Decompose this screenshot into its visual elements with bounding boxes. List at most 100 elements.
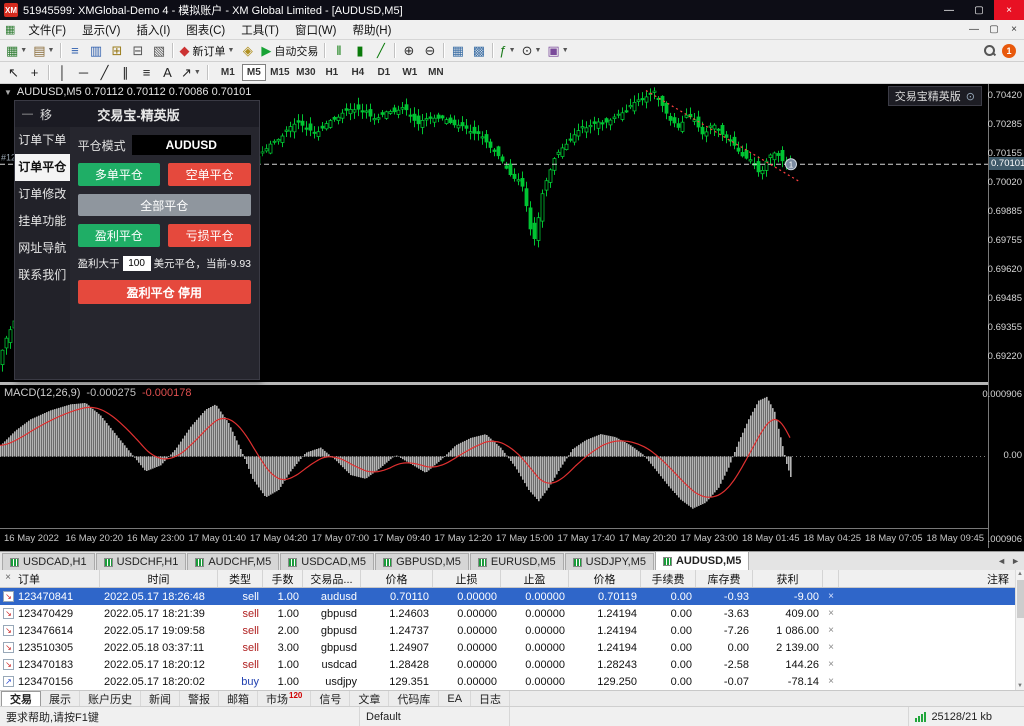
- trendline-button[interactable]: ╱: [94, 63, 115, 82]
- terminal-row[interactable]: ↘1234708412022.05.17 18:26:48sell1.00aud…: [0, 588, 1024, 605]
- column-header[interactable]: 订单: [0, 570, 100, 587]
- chart-bars-button[interactable]: ‖: [328, 41, 349, 60]
- chart-tab[interactable]: AUDUSD,M5: [655, 551, 749, 570]
- terminal-close-icon[interactable]: ×: [2, 572, 14, 583]
- window-close-icon[interactable]: ×: [994, 0, 1024, 20]
- terminal-row[interactable]: ↘1234704292022.05.17 18:21:39sell1.00gbp…: [0, 605, 1024, 622]
- timeframe-button-d1[interactable]: D1: [372, 64, 396, 81]
- column-header[interactable]: [823, 570, 839, 587]
- ea-menu-item[interactable]: 订单修改: [15, 181, 70, 208]
- terminal-tab-信号[interactable]: 信号: [311, 691, 350, 706]
- market-watch-button[interactable]: ≡: [64, 41, 85, 60]
- profit-close-toggle-button[interactable]: 盈利平仓 停用: [78, 280, 251, 304]
- window-minimize-icon[interactable]: —: [934, 0, 964, 20]
- close-position-icon[interactable]: ×: [823, 659, 839, 670]
- timeframe-button-h1[interactable]: H1: [320, 64, 344, 81]
- terminal-scrollbar[interactable]: ▲ ▼: [1015, 570, 1024, 690]
- terminal-tab-文章[interactable]: 文章: [350, 691, 389, 706]
- chart-tab[interactable]: GBPUSD,M5: [375, 553, 469, 570]
- close-short-button[interactable]: 空单平仓: [168, 163, 251, 186]
- time-axis[interactable]: 16 May 202216 May 20:2016 May 23:0017 Ma…: [0, 528, 988, 548]
- ea-panel-titlebar[interactable]: — 移 交易宝-精英版: [15, 101, 259, 127]
- chart-window[interactable]: 1#12 ▼ AUDUSD,M5 0.70112 0.70112 0.70086…: [0, 84, 1024, 551]
- ea-move-handle[interactable]: 移: [40, 106, 52, 123]
- terminal-tab-警报[interactable]: 警报: [180, 691, 219, 706]
- tile-windows-button[interactable]: ▦: [447, 41, 468, 60]
- close-position-icon[interactable]: ×: [823, 608, 839, 619]
- terminal-row[interactable]: ↘1234701832022.05.17 18:20:12sell1.00usd…: [0, 656, 1024, 673]
- menu-item[interactable]: 窗口(W): [287, 20, 345, 39]
- column-header[interactable]: 价格: [361, 570, 433, 587]
- terminal-tab-新闻[interactable]: 新闻: [141, 691, 180, 706]
- profiles-button[interactable]: ▤▼: [30, 41, 57, 60]
- timeframe-button-h4[interactable]: H4: [346, 64, 370, 81]
- close-position-icon[interactable]: ×: [823, 676, 839, 687]
- metaeditor-button[interactable]: ◈: [237, 41, 258, 60]
- terminal-tab-交易[interactable]: 交易: [1, 691, 41, 706]
- menu-item[interactable]: 工具(T): [233, 20, 287, 39]
- timeframe-button-mn[interactable]: MN: [424, 64, 448, 81]
- new-chart-button[interactable]: ▦▼: [3, 41, 30, 60]
- vertical-line-button[interactable]: │: [52, 63, 73, 82]
- fibonacci-button[interactable]: ≡: [136, 63, 157, 82]
- close-position-icon[interactable]: ×: [823, 591, 839, 602]
- terminal-tab-账户历史[interactable]: 账户历史: [80, 691, 141, 706]
- data-window-button[interactable]: ▥: [85, 41, 106, 60]
- column-header[interactable]: 获利: [753, 570, 823, 587]
- ea-menu-item[interactable]: 订单下单: [15, 127, 70, 154]
- chart-minimize-icon[interactable]: —: [964, 24, 984, 35]
- terminal-tab-展示[interactable]: 展示: [41, 691, 80, 706]
- navigator-button[interactable]: ⊞: [106, 41, 127, 60]
- column-header[interactable]: 注释: [839, 570, 1015, 587]
- autotrading-button[interactable]: ▶自动交易: [258, 41, 321, 60]
- chart-tab[interactable]: USDCAD,M5: [280, 553, 374, 570]
- chart-tab[interactable]: EURUSD,M5: [470, 553, 564, 570]
- column-header[interactable]: 止损: [433, 570, 501, 587]
- chart-context-arrow-icon[interactable]: ▼: [4, 88, 12, 97]
- channel-button[interactable]: ∥: [115, 63, 136, 82]
- strategy-tester-button[interactable]: ▧: [148, 41, 169, 60]
- indicators-button[interactable]: ƒ▼: [496, 41, 518, 60]
- terminal-tab-EA[interactable]: EA: [439, 691, 471, 706]
- ea-menu-item[interactable]: 挂单功能: [15, 208, 70, 235]
- zoom-out-button[interactable]: ⊖: [419, 41, 440, 60]
- chart-tab[interactable]: USDJPY,M5: [565, 553, 654, 570]
- scroll-down-icon[interactable]: ▼: [1017, 683, 1023, 689]
- terminal-tab-邮箱[interactable]: 邮箱: [219, 691, 258, 706]
- column-header[interactable]: 库存费: [696, 570, 753, 587]
- terminal-button[interactable]: ⊟: [127, 41, 148, 60]
- ea-overlay-badge[interactable]: 交易宝精英版 ⊙: [888, 86, 982, 106]
- ea-menu-item[interactable]: 网址导航: [15, 235, 70, 262]
- chart-tab[interactable]: USDCAD,H1: [2, 553, 95, 570]
- templates-button[interactable]: ▣▼: [544, 41, 571, 60]
- close-position-icon[interactable]: ×: [823, 642, 839, 653]
- chart-candles-button[interactable]: ▮: [349, 41, 370, 60]
- timeframe-button-m1[interactable]: M1: [216, 64, 240, 81]
- tabs-scroll-left-icon[interactable]: ◄: [997, 556, 1006, 566]
- terminal-tab-日志[interactable]: 日志: [471, 691, 510, 706]
- column-header[interactable]: 价格: [569, 570, 641, 587]
- arrows-button[interactable]: ↗▼: [178, 63, 204, 82]
- close-profit-button[interactable]: 盈利平仓: [78, 224, 161, 247]
- ea-menu-item[interactable]: 联系我们: [15, 262, 70, 289]
- terminal-tab-市场[interactable]: 市场120: [258, 691, 311, 706]
- column-header[interactable]: 手续费: [641, 570, 696, 587]
- terminal-tab-代码库[interactable]: 代码库: [389, 691, 439, 706]
- column-header[interactable]: 止盈: [501, 570, 569, 587]
- timeframe-button-m30[interactable]: M30: [294, 64, 318, 81]
- ea-menu-item[interactable]: 订单平仓: [15, 154, 70, 181]
- terminal-row[interactable]: ↘1234766142022.05.17 19:09:58sell2.00gbp…: [0, 622, 1024, 639]
- macd-indicator-chart[interactable]: [0, 385, 988, 528]
- terminal-row[interactable]: ↘1235103052022.05.18 03:37:11sell3.00gbp…: [0, 639, 1024, 656]
- timeframe-button-w1[interactable]: W1: [398, 64, 422, 81]
- notification-badge[interactable]: 1: [1002, 44, 1016, 58]
- window-restore-icon[interactable]: ▢: [964, 0, 994, 20]
- column-header[interactable]: 类型: [218, 570, 263, 587]
- terminal-row[interactable]: ↗1234701562022.05.17 18:20:02buy1.00usdj…: [0, 673, 1024, 690]
- scrollbar-thumb[interactable]: [1017, 580, 1024, 618]
- chart-tab[interactable]: USDCHF,H1: [96, 553, 187, 570]
- horizontal-line-button[interactable]: ─: [73, 63, 94, 82]
- timeframe-button-m15[interactable]: M15: [268, 64, 292, 81]
- cascade-windows-button[interactable]: ▩: [468, 41, 489, 60]
- chart-line-button[interactable]: ╱: [370, 41, 391, 60]
